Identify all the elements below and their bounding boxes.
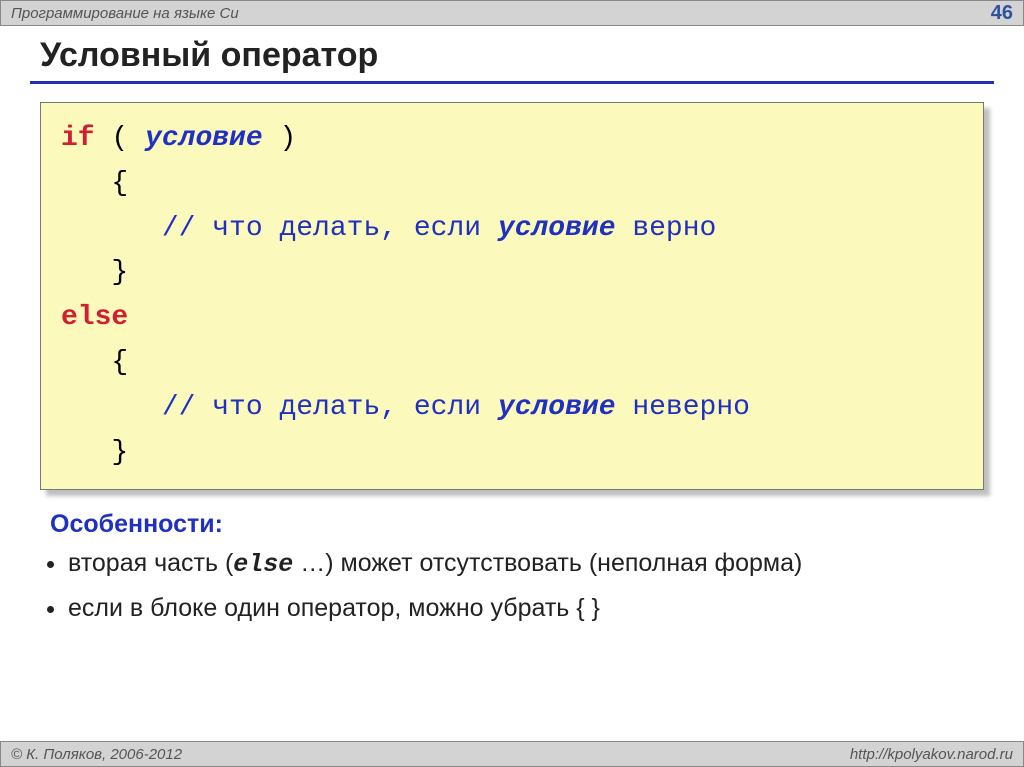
code-line-4: }: [61, 251, 963, 296]
header-subject: Программирование на языке Си: [11, 5, 239, 22]
footer-copyright: © К. Поляков, 2006-2012: [11, 746, 182, 763]
code-line-7: // что делать, если условие неверно: [61, 386, 963, 431]
code-line-3: // что делать, если условие верно: [61, 207, 963, 252]
keyword-if: if: [61, 123, 95, 154]
else-literal: else: [233, 550, 293, 579]
code-box: if ( условие ) { // что делать, если усл…: [40, 102, 984, 490]
header-bar: Программирование на языке Си 46: [0, 0, 1024, 26]
feature-item-2: если в блоке один оператор, можно убрать…: [68, 590, 974, 628]
code-line-1: if ( условие ): [61, 117, 963, 162]
code-line-5: else: [61, 296, 963, 341]
condition-word: условие: [145, 123, 263, 154]
features-list: вторая часть (else …) может отсутствоват…: [68, 545, 974, 627]
footer-url: http://kpolyakov.narod.ru: [850, 746, 1013, 763]
features-title: Особенности:: [50, 510, 974, 539]
code-line-6: {: [61, 341, 963, 386]
keyword-else: else: [61, 302, 128, 333]
feature-item-1: вторая часть (else …) может отсутствоват…: [68, 545, 974, 584]
page-number: 46: [991, 2, 1013, 25]
title-underline: [30, 81, 994, 84]
footer-bar: © К. Поляков, 2006-2012 http://kpolyakov…: [0, 741, 1024, 767]
code-line-2: {: [61, 162, 963, 207]
code-line-8: }: [61, 431, 963, 476]
slide-title: Условный оператор: [40, 36, 984, 75]
features-section: Особенности: вторая часть (else …) может…: [50, 510, 974, 627]
